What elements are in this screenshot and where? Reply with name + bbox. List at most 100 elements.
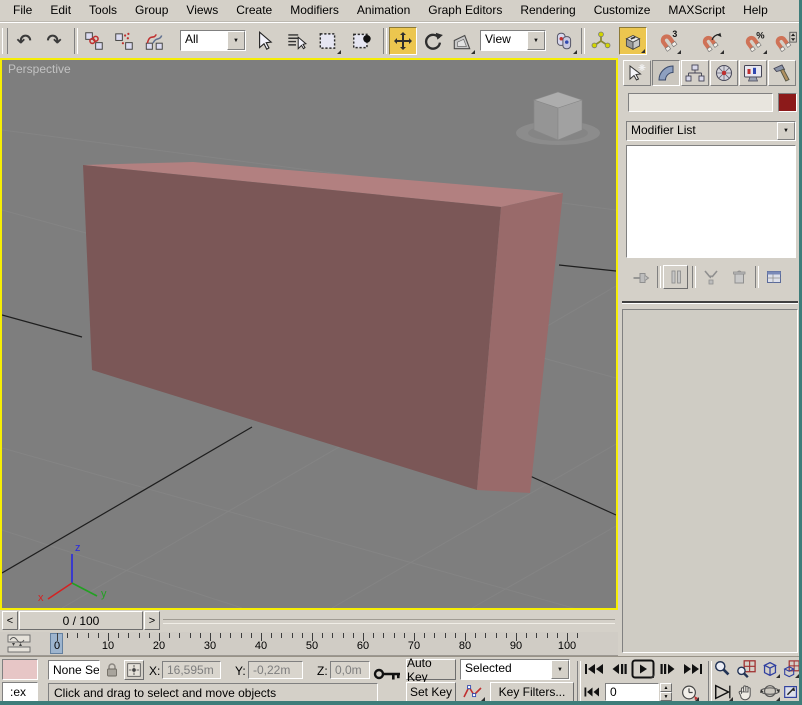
maxscript-mini-listener[interactable]: :ex — [2, 682, 38, 702]
frame-spinner[interactable]: ▲ ▼ — [660, 683, 672, 701]
next-frame-button[interactable] — [658, 660, 678, 678]
x-coordinate-field[interactable]: 16,595m — [162, 661, 221, 679]
angle-snap-toggle-button[interactable] — [697, 27, 725, 55]
configure-modifier-sets-button[interactable] — [761, 265, 786, 289]
time-slider-next-button[interactable]: > — [144, 611, 160, 630]
menu-item[interactable]: Help — [734, 0, 777, 21]
tab-display[interactable] — [739, 60, 767, 86]
menu-item[interactable]: Rendering — [511, 0, 584, 21]
viewport-canvas[interactable]: z x y — [1, 60, 617, 621]
zoom-button[interactable] — [712, 659, 734, 679]
viewport-label[interactable]: Perspective — [8, 62, 71, 76]
select-by-name-button[interactable] — [282, 27, 310, 55]
key-mode-toggle[interactable] — [582, 683, 602, 701]
undo-button[interactable]: ↶ — [10, 27, 38, 55]
pan-view-button[interactable] — [735, 682, 757, 702]
toolbar-handle[interactable] — [2, 28, 8, 54]
axis-z-label: z — [75, 542, 81, 554]
set-key-button[interactable]: Set Key — [406, 682, 456, 702]
menu-item[interactable]: Modifiers — [281, 0, 348, 21]
object-name-field[interactable] — [628, 93, 773, 112]
percent-snap-toggle-button[interactable]: % — [740, 27, 768, 55]
previous-frame-button[interactable] — [609, 660, 629, 678]
keyboard-shortcut-override-toggle[interactable] — [619, 27, 647, 55]
key-filters-button[interactable]: Key Filters... — [490, 682, 574, 702]
select-and-manipulate-button[interactable] — [587, 27, 615, 55]
zoom-all-button[interactable] — [735, 659, 757, 679]
dropdown-arrow-icon[interactable]: ▼ — [777, 122, 795, 140]
dropdown-arrow-icon[interactable]: ▼ — [227, 31, 245, 50]
box-object[interactable] — [83, 162, 563, 493]
modifier-list-dropdown[interactable]: Modifier List ▼ — [626, 121, 796, 141]
current-frame-field[interactable]: 0 — [605, 683, 659, 701]
tab-modify[interactable] — [652, 60, 680, 86]
field-of-view-button[interactable] — [712, 682, 734, 702]
menu-item[interactable]: File — [4, 0, 41, 21]
bind-to-space-warp-button[interactable] — [140, 27, 168, 55]
auto-key-button[interactable]: Auto Key — [406, 656, 456, 684]
z-coordinate-field[interactable]: 0,0m — [330, 661, 370, 679]
select-and-rotate-button[interactable] — [419, 27, 447, 55]
viewport-perspective[interactable]: z x y Perspective — [0, 58, 618, 621]
rollout-area[interactable] — [622, 309, 798, 653]
track-ruler[interactable]: 0 10 20 30 40 50 60 70 80 90 100 — [44, 632, 618, 656]
rectangular-selection-region-button[interactable] — [314, 27, 342, 55]
menu-item[interactable]: Animation — [348, 0, 419, 21]
select-and-scale-button[interactable] — [448, 27, 476, 55]
snaps-toggle-button[interactable]: 3 — [654, 27, 682, 55]
macro-recorder-pane[interactable] — [2, 659, 38, 680]
dropdown-arrow-icon[interactable]: ▼ — [527, 31, 545, 50]
viewcube[interactable] — [516, 91, 600, 145]
menu-item[interactable]: Customize — [585, 0, 660, 21]
pin-stack-button[interactable] — [628, 265, 653, 289]
menu-item[interactable]: Create — [227, 0, 281, 21]
select-and-move-button[interactable] — [389, 27, 417, 55]
zoom-extents-all-button[interactable] — [782, 659, 800, 679]
window-crossing-toggle-button[interactable] — [348, 27, 376, 55]
time-configuration-icon — [682, 685, 699, 700]
menu-item[interactable]: Group — [126, 0, 177, 21]
min-max-viewport-toggle[interactable] — [782, 682, 800, 702]
menu-item[interactable]: Tools — [80, 0, 126, 21]
y-coordinate-field[interactable]: -0,22m — [248, 661, 303, 679]
redo-button[interactable]: ↷ — [40, 27, 68, 55]
menu-item[interactable]: Graph Editors — [419, 0, 511, 21]
key-scope-dropdown[interactable]: Selected ▼ — [460, 659, 570, 680]
menu-item[interactable]: MAXScript — [659, 0, 734, 21]
menu-item[interactable]: Edit — [41, 0, 80, 21]
absolute-mode-transform-toggle[interactable] — [124, 660, 144, 680]
time-slider-handle[interactable]: 0 / 100 — [19, 611, 143, 630]
unlink-selection-button[interactable] — [110, 27, 138, 55]
go-to-end-button[interactable] — [681, 660, 705, 678]
modifier-stack-list[interactable] — [626, 145, 796, 258]
spinner-snap-toggle-button[interactable] — [772, 27, 800, 55]
go-to-start-button[interactable] — [582, 660, 606, 678]
select-and-link-button[interactable] — [80, 27, 108, 55]
time-configuration-button[interactable] — [678, 682, 700, 702]
tab-hierarchy[interactable] — [681, 60, 709, 86]
open-mini-curve-editor-button[interactable] — [6, 634, 34, 654]
default-in-out-tangents-button[interactable] — [460, 682, 486, 702]
reference-coordinate-system-dropdown[interactable]: View ▼ — [480, 30, 546, 51]
percent-snap-icon: % — [745, 30, 765, 52]
time-slider-track[interactable] — [163, 619, 615, 624]
ruler-tick-label: 10 — [101, 640, 115, 652]
toolbar-separator — [581, 28, 585, 54]
zoom-extents-button[interactable] — [759, 659, 781, 679]
tab-utilities[interactable] — [768, 60, 796, 86]
dropdown-arrow-icon[interactable]: ▼ — [551, 660, 569, 679]
tab-create[interactable] — [623, 60, 651, 86]
arc-rotate-button[interactable] — [759, 682, 781, 702]
show-end-result-button[interactable] — [663, 265, 688, 289]
tab-motion[interactable] — [710, 60, 738, 86]
menu-item[interactable]: Views — [177, 0, 227, 21]
play-animation-button[interactable] — [631, 659, 655, 679]
selection-lock-toggle[interactable] — [103, 661, 121, 679]
time-slider-prev-button[interactable]: < — [2, 611, 18, 630]
selection-filter-dropdown[interactable]: All ▼ — [180, 30, 246, 51]
make-unique-button[interactable] — [698, 265, 723, 289]
object-color-swatch[interactable] — [778, 93, 797, 112]
remove-modifier-button[interactable] — [726, 265, 751, 289]
select-object-button[interactable] — [250, 27, 278, 55]
use-pivot-point-center-button[interactable] — [550, 27, 578, 55]
